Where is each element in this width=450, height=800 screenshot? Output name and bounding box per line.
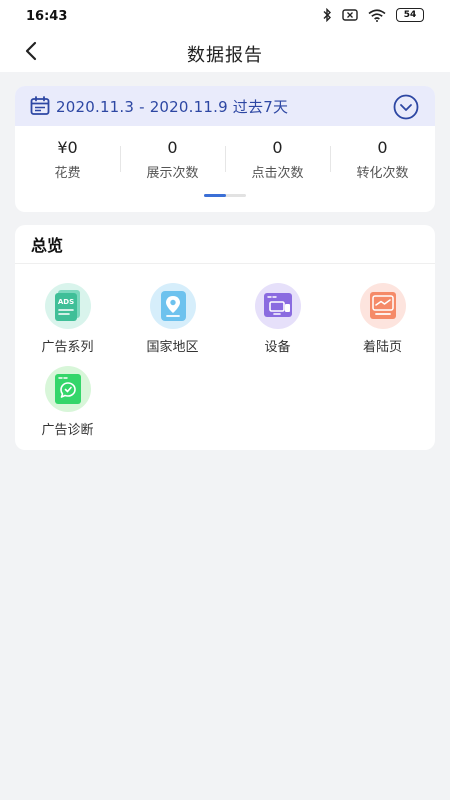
page-title: 数据报告 [187, 45, 263, 66]
status-icons: 54 [322, 8, 424, 22]
overview-item-campaigns[interactable]: ADS 广告系列 [15, 282, 120, 355]
wifi-icon [368, 8, 386, 22]
metrics-row: ¥0 花费 0 展示次数 0 点击次数 0 转化次数 [15, 138, 435, 182]
bluetooth-icon [323, 8, 331, 22]
metric-conversions: 0 转化次数 [330, 138, 435, 182]
ads-icon-text: ADS [57, 298, 73, 306]
overview-item-regions[interactable]: 国家地区 [120, 282, 225, 355]
page-indicator-active [204, 194, 226, 197]
overview-item-label: 国家地区 [146, 340, 199, 355]
metric-label: 展示次数 [146, 166, 199, 181]
overview-card: 总览 ADS 广告系列 国家地区 设备 着陆页 广告诊断 [15, 225, 435, 450]
date-range-text: 2020.11.3 - 2020.11.9 过去7天 [56, 98, 289, 116]
calendar-icon [30, 96, 50, 115]
metric-impressions: 0 展示次数 [120, 138, 225, 182]
metric-label: 点击次数 [251, 166, 304, 181]
divider [15, 263, 435, 264]
no-sim-icon [342, 9, 358, 21]
diagnosis-chat-icon [44, 366, 91, 412]
ads-document-icon: ADS [44, 283, 91, 329]
location-pin-icon [149, 283, 196, 329]
date-range-selector[interactable]: 2020.11.3 - 2020.11.9 过去7天 [15, 86, 435, 126]
status-time: 16:43 [26, 9, 68, 24]
overview-item-ad-diagnosis[interactable]: 广告诊断 [15, 365, 120, 438]
overview-item-label: 广告系列 [41, 340, 94, 355]
metric-clicks: 0 点击次数 [225, 138, 330, 182]
chevron-down-circle-icon[interactable] [393, 94, 419, 120]
metric-label: 转化次数 [356, 166, 409, 181]
page-indicator [204, 194, 246, 197]
metric-value: 0 [167, 138, 178, 157]
overview-item-label: 设备 [264, 340, 291, 355]
data-summary-card: 2020.11.3 - 2020.11.9 过去7天 ¥0 花费 0 展示次数 … [15, 86, 435, 212]
overview-item-label: 着陆页 [362, 340, 402, 355]
battery-icon: 54 [396, 8, 424, 22]
metric-value: 0 [377, 138, 388, 157]
overview-item-devices[interactable]: 设备 [225, 282, 330, 355]
overview-item-label: 广告诊断 [41, 423, 94, 438]
metric-value: ¥0 [57, 138, 78, 157]
metric-spend: ¥0 花费 [15, 138, 120, 182]
metric-label: 花费 [54, 166, 81, 181]
overview-title: 总览 [31, 236, 64, 255]
devices-icon [254, 283, 301, 329]
overview-item-landing-page[interactable]: 着陆页 [330, 282, 435, 355]
metric-value: 0 [272, 138, 283, 157]
landing-page-icon [359, 283, 406, 329]
nav-bar: 数据报告 [0, 32, 450, 72]
status-bar: 16:43 54 [0, 0, 450, 32]
